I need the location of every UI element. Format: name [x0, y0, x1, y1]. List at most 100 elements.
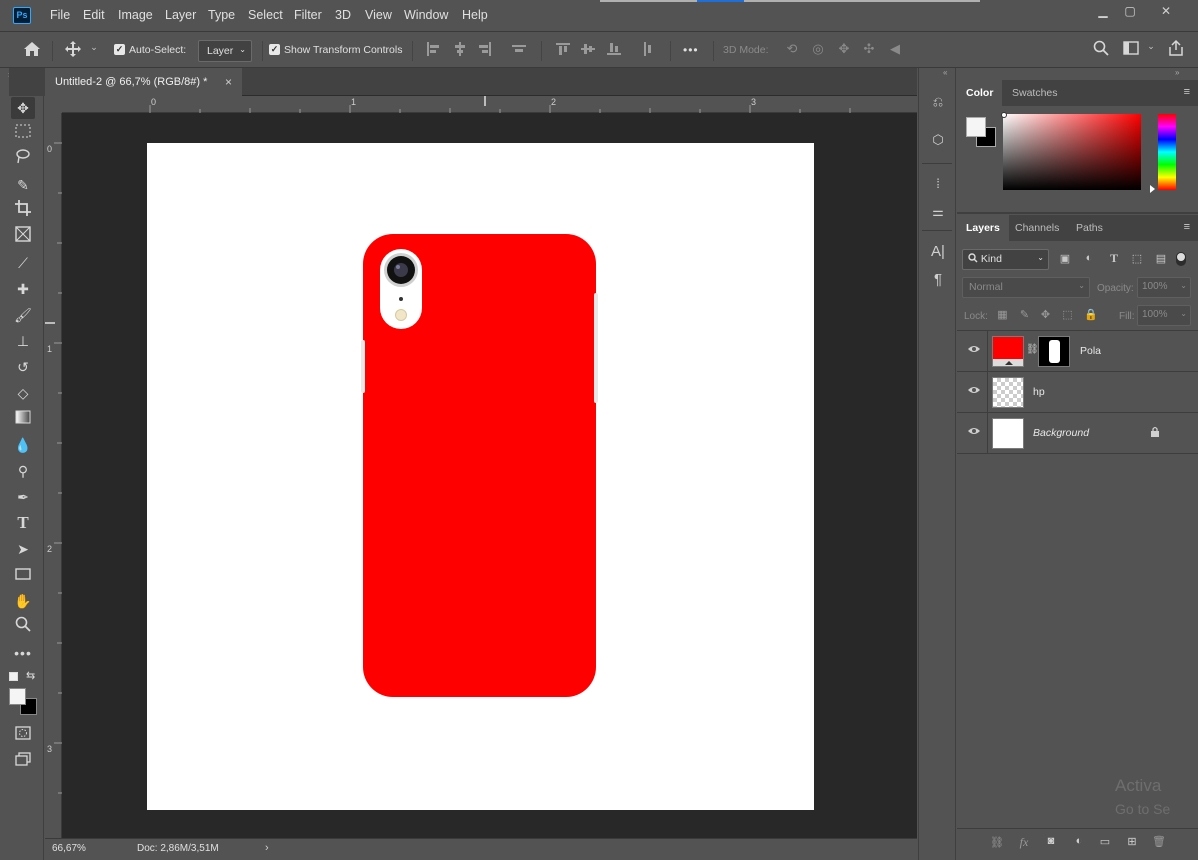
marquee-tool-icon[interactable]: [11, 122, 35, 144]
menu-image[interactable]: Image: [118, 8, 153, 22]
zoom-level[interactable]: 66,67%: [52, 843, 86, 854]
3d-camera-icon[interactable]: ◀: [886, 41, 904, 57]
document-canvas[interactable]: [147, 143, 814, 810]
maximize-icon[interactable]: ▢: [1120, 4, 1140, 20]
eraser-tool-icon[interactable]: ◇: [11, 382, 35, 404]
menu-filter[interactable]: Filter: [294, 8, 322, 22]
delete-layer-icon[interactable]: 🗑: [1152, 835, 1166, 848]
color-field[interactable]: [1003, 114, 1141, 190]
swap-colors-icon[interactable]: ⇆: [26, 669, 35, 682]
vertical-scroll-track[interactable]: [900, 113, 917, 838]
close-icon[interactable]: ✕: [1156, 4, 1176, 20]
layer-row-pola[interactable]: ⛓ Pola: [957, 331, 1198, 372]
new-layer-icon[interactable]: ⊞: [1125, 835, 1139, 848]
history-brush-tool-icon[interactable]: ↺: [11, 356, 35, 378]
layer-name[interactable]: Pola: [1080, 345, 1101, 357]
rectangle-tool-icon[interactable]: [11, 564, 35, 586]
menu-3d[interactable]: 3D: [335, 8, 351, 22]
filter-pixel-icon[interactable]: ▣: [1058, 252, 1072, 265]
type-tool-icon[interactable]: T: [11, 512, 35, 534]
zoom-tool-icon[interactable]: [11, 616, 35, 638]
filter-adjustment-icon[interactable]: ◐: [1082, 252, 1096, 264]
filter-toggle[interactable]: [1176, 252, 1186, 266]
more-options-icon[interactable]: •••: [683, 43, 699, 57]
lock-transparent-icon[interactable]: ▦: [996, 308, 1009, 321]
edit-toolbar-icon[interactable]: •••: [11, 642, 35, 664]
hue-slider[interactable]: [1158, 114, 1176, 190]
3d-pan-icon[interactable]: ✥: [835, 41, 853, 57]
layer-thumbnail[interactable]: [992, 336, 1024, 367]
layer-name[interactable]: hp: [1033, 386, 1045, 398]
foreground-color-chip[interactable]: [966, 117, 986, 137]
dodge-tool-icon[interactable]: ⚲: [11, 460, 35, 482]
tab-layers[interactable]: Layers: [957, 215, 1009, 241]
auto-select-checkbox[interactable]: ✓: [114, 44, 125, 55]
layer-thumbnail[interactable]: [992, 377, 1024, 408]
workspace-icon[interactable]: [1122, 41, 1140, 58]
layer-row-background[interactable]: Background: [957, 413, 1198, 454]
paragraph-panel-icon[interactable]: ¶: [926, 268, 950, 292]
vertical-ruler[interactable]: 0 1 2 3: [45, 113, 62, 838]
auto-select-dropdown[interactable]: Layer ⌄: [198, 40, 252, 62]
blur-tool-icon[interactable]: 💧: [11, 434, 35, 456]
home-icon[interactable]: [22, 41, 42, 60]
frame-tool-icon[interactable]: [11, 226, 35, 248]
share-icon[interactable]: [1166, 39, 1186, 60]
fill-input[interactable]: 100% ⌄: [1137, 305, 1191, 326]
panel-menu-icon[interactable]: ≡: [1184, 221, 1190, 233]
ruler-origin[interactable]: [45, 96, 62, 113]
foreground-color-swatch[interactable]: [9, 688, 26, 705]
adjustments-icon[interactable]: ⚌: [926, 200, 950, 224]
adjustment-layer-icon[interactable]: ◐: [1072, 835, 1086, 847]
menu-window[interactable]: Window: [404, 8, 448, 22]
lock-all-icon[interactable]: 🔒: [1084, 308, 1098, 321]
visibility-eye-icon[interactable]: [967, 385, 981, 399]
lock-image-icon[interactable]: ✎: [1018, 308, 1031, 321]
layer-row-hp[interactable]: hp: [957, 372, 1198, 413]
document-tab[interactable]: Untitled-2 @ 66,7% (RGB/8#) * ×: [45, 68, 242, 96]
blend-mode-dropdown[interactable]: Normal ⌄: [962, 277, 1090, 298]
panel-menu-icon[interactable]: ≡: [1184, 86, 1190, 98]
lock-position-icon[interactable]: ✥: [1039, 308, 1052, 321]
visibility-eye-icon[interactable]: [967, 426, 981, 440]
character-panel-icon[interactable]: A|: [926, 240, 950, 264]
eyedropper-tool-icon[interactable]: ⟋: [11, 252, 35, 274]
align-center-icon[interactable]: [452, 42, 468, 59]
filter-type-icon[interactable]: T: [1107, 251, 1121, 266]
horizontal-ruler[interactable]: 0 1 2 3: [62, 96, 917, 113]
align-middle-icon[interactable]: [580, 42, 596, 59]
close-tab-icon[interactable]: ×: [225, 75, 232, 89]
filter-smart-object-icon[interactable]: ▤: [1154, 252, 1168, 265]
brush-settings-icon[interactable]: ⁞: [926, 172, 950, 196]
new-group-icon[interactable]: ▭: [1098, 835, 1112, 848]
fx-icon[interactable]: fx: [1017, 835, 1031, 850]
quick-selection-tool-icon[interactable]: ✎: [11, 174, 35, 196]
chevron-down-icon[interactable]: ⌄: [1145, 41, 1157, 52]
layer-filter-dropdown[interactable]: Kind ⌄: [962, 249, 1049, 270]
layer-link-icon[interactable]: ⛓: [1026, 344, 1039, 355]
screen-mode-icon[interactable]: [11, 750, 35, 772]
menu-layer[interactable]: Layer: [165, 8, 196, 22]
menu-help[interactable]: Help: [462, 8, 488, 22]
tab-color[interactable]: Color: [957, 80, 1003, 106]
3d-orbit-icon[interactable]: ⟲: [783, 41, 801, 57]
color-picker-handle[interactable]: [1001, 112, 1007, 118]
move-tool-icon[interactable]: [63, 41, 83, 60]
quick-mask-icon[interactable]: [11, 724, 35, 746]
brush-tool-icon[interactable]: 🖌: [11, 304, 35, 326]
align-left-icon[interactable]: [425, 42, 441, 59]
show-transform-checkbox[interactable]: ✓: [269, 44, 280, 55]
align-right-icon[interactable]: [477, 42, 493, 59]
expand-icon[interactable]: «: [943, 68, 947, 77]
path-selection-tool-icon[interactable]: ➤: [11, 538, 35, 560]
menu-view[interactable]: View: [365, 8, 392, 22]
crop-tool-icon[interactable]: [11, 200, 35, 222]
link-layers-icon[interactable]: ⛓: [990, 836, 1004, 849]
visibility-eye-icon[interactable]: [967, 344, 981, 358]
lasso-tool-icon[interactable]: [11, 148, 35, 170]
hand-tool-icon[interactable]: ✋: [11, 590, 35, 612]
menu-edit[interactable]: Edit: [83, 8, 105, 22]
layer-thumbnail[interactable]: [992, 418, 1024, 449]
hue-slider-handle[interactable]: [1150, 185, 1155, 193]
status-menu-icon[interactable]: ›: [265, 842, 269, 854]
